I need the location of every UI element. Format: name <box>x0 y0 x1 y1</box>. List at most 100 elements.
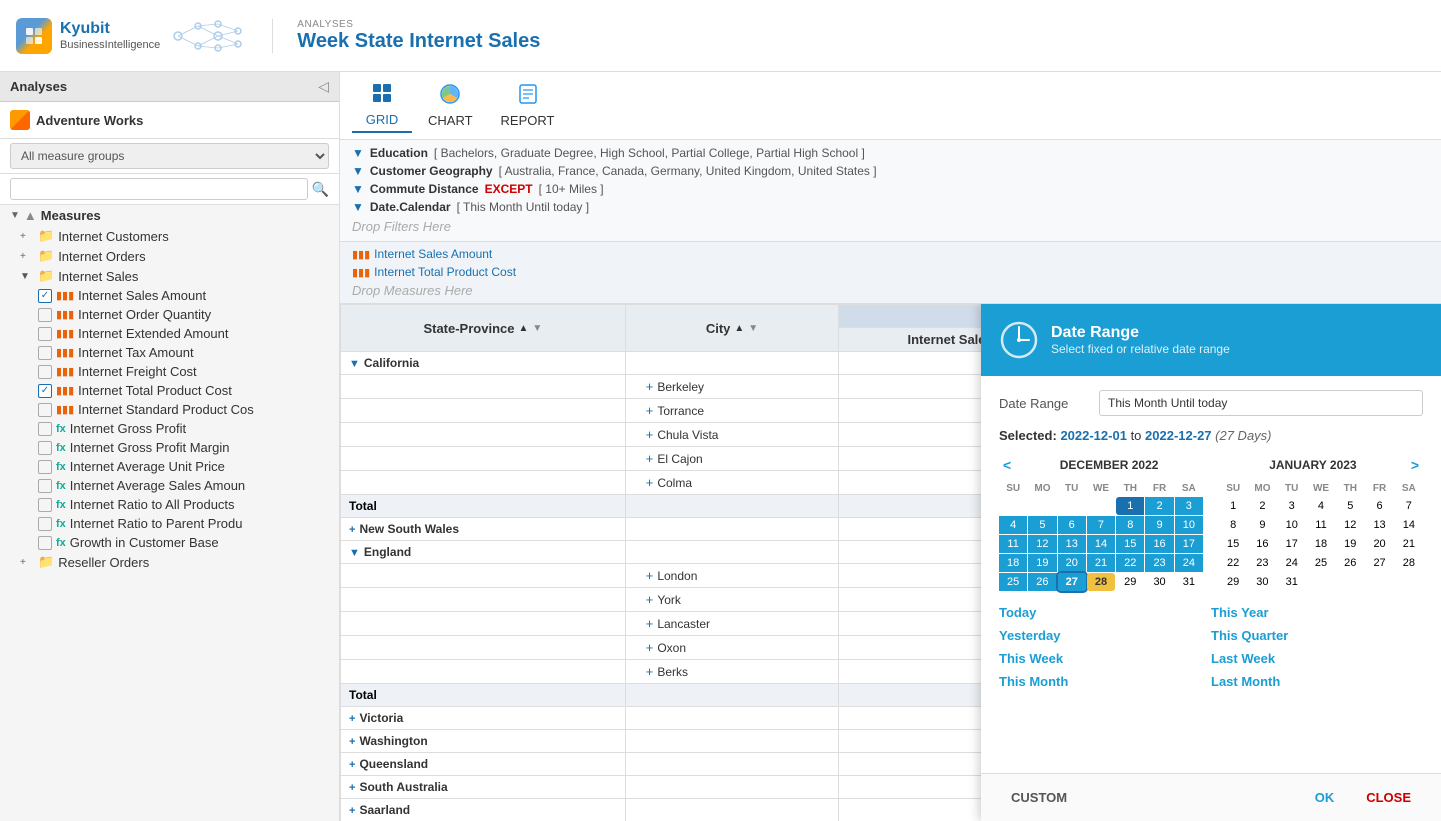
cal-day-30[interactable]: 30 <box>1248 573 1276 591</box>
filter-icon-city[interactable]: ▼ <box>748 323 758 334</box>
tree-item-avg-sales[interactable]: fx Internet Average Sales Amoun <box>0 476 339 495</box>
measure-group-dropdown[interactable]: All measure groups <box>10 143 329 169</box>
cal-day-2[interactable]: 2 <box>1145 497 1173 515</box>
cal-day-17[interactable]: 17 <box>1278 535 1306 553</box>
col-city[interactable]: City ▲ ▼ <box>625 305 839 352</box>
cal-day-22[interactable]: 22 <box>1116 554 1144 572</box>
quick-this-quarter[interactable]: This Quarter <box>1211 628 1423 643</box>
cal-day-14[interactable]: 14 <box>1395 516 1423 534</box>
cal-day-10[interactable]: 10 <box>1278 516 1306 534</box>
chart-tab[interactable]: CHART <box>416 79 485 132</box>
col-state[interactable]: State-Province ▲ ▼ <box>341 305 626 352</box>
cal-day-24[interactable]: 24 <box>1175 554 1203 572</box>
quick-last-week[interactable]: Last Week <box>1211 651 1423 666</box>
expand-england[interactable]: ▼ <box>349 547 360 559</box>
cal-day-12[interactable]: 12 <box>1336 516 1364 534</box>
cal-day-17[interactable]: 17 <box>1175 535 1203 553</box>
cal-day-26[interactable]: 26 <box>1028 573 1056 591</box>
cal-day-27[interactable]: 27 <box>1365 554 1393 572</box>
checkbox-gross-profit[interactable] <box>38 422 52 436</box>
cal-day-23[interactable]: 23 <box>1248 554 1276 572</box>
checkbox-tax[interactable] <box>38 346 52 360</box>
cal-day-13[interactable]: 13 <box>1365 516 1393 534</box>
cal-day-29[interactable]: 29 <box>1116 573 1144 591</box>
tree-item-total-product-cost[interactable]: ✓ ▮▮▮ Internet Total Product Cost <box>0 381 339 400</box>
cal-day-13[interactable]: 13 <box>1058 535 1086 553</box>
cal-day-19[interactable]: 19 <box>1028 554 1056 572</box>
tree-item-gross-profit[interactable]: fx Internet Gross Profit <box>0 419 339 438</box>
cal-day-15[interactable]: 15 <box>1219 535 1247 553</box>
checkbox-std-cost[interactable] <box>38 403 52 417</box>
cal-day-11[interactable]: 11 <box>999 535 1027 553</box>
cal-day-25[interactable]: 25 <box>999 573 1027 591</box>
cal-day-6[interactable]: 6 <box>1365 497 1393 515</box>
custom-button[interactable]: CUSTOM <box>999 784 1079 811</box>
tree-item-freight[interactable]: ▮▮▮ Internet Freight Cost <box>0 362 339 381</box>
checkbox-growth[interactable] <box>38 536 52 550</box>
quick-yesterday[interactable]: Yesterday <box>999 628 1211 643</box>
cal-day-2[interactable]: 2 <box>1248 497 1276 515</box>
cal-day-26[interactable]: 26 <box>1336 554 1364 572</box>
expand-btn[interactable]: + <box>349 805 355 817</box>
cal-day-1[interactable]: 1 <box>1219 497 1247 515</box>
cal-day-28[interactable]: 28 <box>1395 554 1423 572</box>
checkbox-extended[interactable] <box>38 327 52 341</box>
cal-day-16[interactable]: 16 <box>1248 535 1276 553</box>
expand-california[interactable]: ▼ <box>349 358 360 370</box>
tree-item-reseller-orders[interactable]: + 📁 Reseller Orders <box>0 552 339 572</box>
cal-day-3[interactable]: 3 <box>1278 497 1306 515</box>
tree-item-internet-customers[interactable]: + 📁 Internet Customers <box>0 226 339 246</box>
tree-item-order-qty[interactable]: ▮▮▮ Internet Order Quantity <box>0 305 339 324</box>
cal-day-18[interactable]: 18 <box>999 554 1027 572</box>
report-tab[interactable]: REPORT <box>489 79 567 132</box>
cal-day-12[interactable]: 12 <box>1028 535 1056 553</box>
cal-day-7[interactable]: 7 <box>1395 497 1423 515</box>
filter-icon-state[interactable]: ▼ <box>532 323 542 334</box>
cal-day-25[interactable]: 25 <box>1307 554 1335 572</box>
cal-day-30[interactable]: 30 <box>1145 573 1173 591</box>
tree-section-measures[interactable]: ▼ ▲ Measures <box>0 205 339 226</box>
tree-item-ratio-parent[interactable]: fx Internet Ratio to Parent Produ <box>0 514 339 533</box>
expand-btn[interactable]: + <box>349 782 355 794</box>
date-range-input[interactable] <box>1099 390 1423 416</box>
tree-item-growth-customer[interactable]: fx Growth in Customer Base <box>0 533 339 552</box>
sidebar-pin-icon[interactable]: ◁ <box>318 78 329 95</box>
checkbox-ratio-parent[interactable] <box>38 517 52 531</box>
quick-today[interactable]: Today <box>999 605 1211 620</box>
cal-day-9[interactable]: 9 <box>1145 516 1173 534</box>
tree-item-avg-unit-price[interactable]: fx Internet Average Unit Price <box>0 457 339 476</box>
quick-this-month[interactable]: This Month <box>999 674 1211 689</box>
next-month-btn[interactable]: > <box>1407 457 1423 473</box>
cal-day-29[interactable]: 29 <box>1219 573 1247 591</box>
cal-day-22[interactable]: 22 <box>1219 554 1247 572</box>
checkbox-ratio-all[interactable] <box>38 498 52 512</box>
cal-day-6[interactable]: 6 <box>1058 516 1086 534</box>
quick-this-year[interactable]: This Year <box>1211 605 1423 620</box>
tree-item-gross-margin[interactable]: fx Internet Gross Profit Margin <box>0 438 339 457</box>
expand-nsw[interactable]: + <box>349 524 355 536</box>
cal-day-4[interactable]: 4 <box>999 516 1027 534</box>
checkbox-sales-amount[interactable]: ✓ <box>38 289 52 303</box>
cal-day-5[interactable]: 5 <box>1336 497 1364 515</box>
checkbox-order-qty[interactable] <box>38 308 52 322</box>
quick-last-month[interactable]: Last Month <box>1211 674 1423 689</box>
cal-day-23[interactable]: 23 <box>1145 554 1173 572</box>
prev-month-btn[interactable]: < <box>999 457 1015 473</box>
cal-day-16[interactable]: 16 <box>1145 535 1173 553</box>
cal-day-1[interactable]: 1 <box>1116 497 1144 515</box>
cal-day-5[interactable]: 5 <box>1028 516 1056 534</box>
cal-day-4[interactable]: 4 <box>1307 497 1335 515</box>
cal-day-27[interactable]: 27 <box>1058 573 1086 591</box>
cal-day-9[interactable]: 9 <box>1248 516 1276 534</box>
search-input[interactable] <box>10 178 308 200</box>
checkbox-total-cost[interactable]: ✓ <box>38 384 52 398</box>
expand-btn[interactable]: + <box>349 713 355 725</box>
tree-item-sales-amount[interactable]: ✓ ▮▮▮ Internet Sales Amount <box>0 286 339 305</box>
tree-item-standard-cost[interactable]: ▮▮▮ Internet Standard Product Cos <box>0 400 339 419</box>
grid-tab[interactable]: GRID <box>352 78 412 133</box>
checkbox-avg-unit[interactable] <box>38 460 52 474</box>
cal-day-15[interactable]: 15 <box>1116 535 1144 553</box>
cal-day-28[interactable]: 28 <box>1087 573 1115 591</box>
measure-group-selector[interactable]: All measure groups <box>0 139 339 174</box>
expand-btn[interactable]: + <box>349 759 355 771</box>
